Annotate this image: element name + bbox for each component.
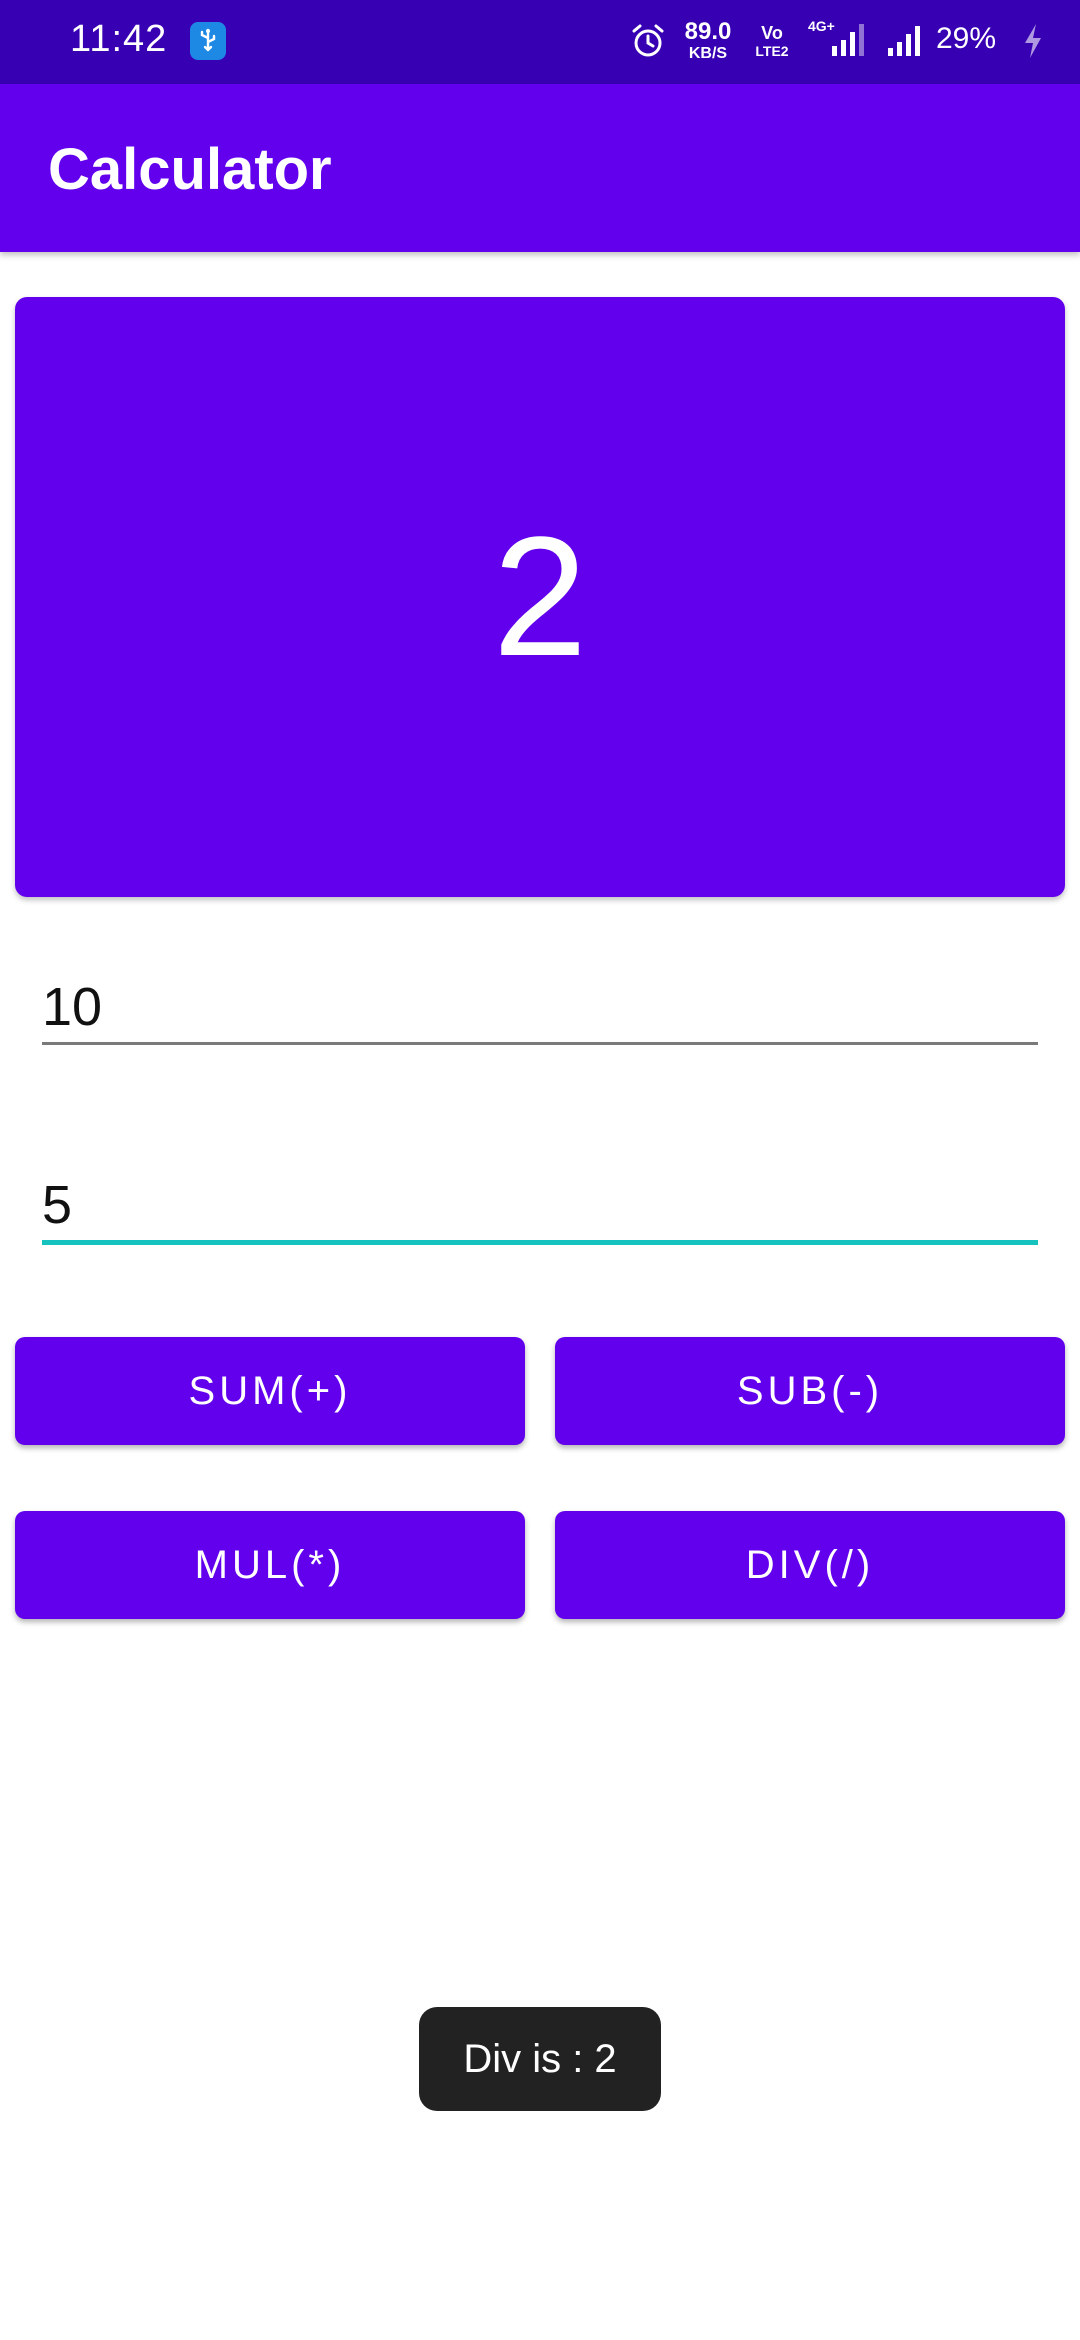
network-speed-value: 89.0 bbox=[684, 18, 732, 45]
battery-level: 29% bbox=[936, 22, 997, 55]
div-button[interactable]: DIV(/) bbox=[555, 1511, 1065, 1619]
sub-button[interactable]: SUB(-) bbox=[555, 1337, 1065, 1445]
status-time: 11:42 bbox=[70, 18, 168, 60]
charging-bolt-icon bbox=[1022, 22, 1044, 65]
usb-icon bbox=[190, 22, 226, 60]
app-title: Calculator bbox=[48, 137, 332, 202]
first-number-input[interactable] bbox=[42, 972, 1038, 1045]
network-speed-unit: KB/S bbox=[688, 45, 728, 62]
toast-message: Div is : 2 bbox=[419, 2007, 661, 2111]
result-value: 2 bbox=[492, 502, 588, 692]
status-icons: 89.0 KB/S Vo LTE2 4G+ 29% bbox=[630, 0, 1080, 84]
network-type-label: 4G+ bbox=[808, 18, 835, 34]
result-display: 2 bbox=[15, 297, 1065, 897]
volte-indicator: Vo LTE2 bbox=[752, 24, 792, 58]
network-speed: 89.0 KB/S bbox=[678, 20, 738, 62]
status-bar: 11:42 89.0 KB/S Vo LTE2 4G+ 29% bbox=[0, 0, 1080, 84]
volte-bottom: LTE2 bbox=[755, 43, 789, 59]
app-bar: Calculator bbox=[0, 84, 1080, 252]
signal-icon: 4G+ bbox=[806, 18, 866, 67]
second-number-input[interactable] bbox=[42, 1170, 1038, 1245]
alarm-icon bbox=[630, 22, 666, 65]
signal-icon bbox=[886, 18, 930, 67]
mul-button[interactable]: MUL(*) bbox=[15, 1511, 525, 1619]
sum-button[interactable]: SUM(+) bbox=[15, 1337, 525, 1445]
volte-top: Vo bbox=[761, 23, 783, 43]
toast-text: Div is : 2 bbox=[463, 2036, 617, 2081]
